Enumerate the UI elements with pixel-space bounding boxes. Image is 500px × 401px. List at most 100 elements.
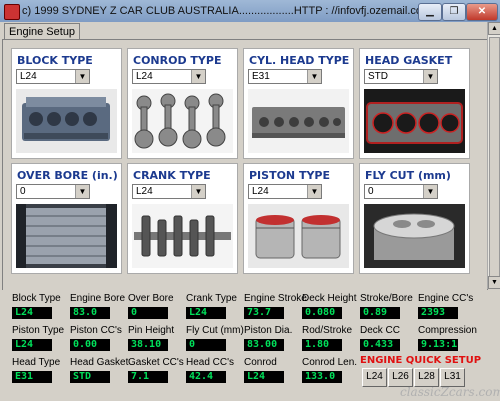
stat-label: Piston Type (12, 325, 65, 336)
card-label: HEAD GASKET (365, 54, 453, 67)
dropdown-value: L24 (20, 71, 37, 82)
scrollbar-thumb[interactable] (489, 37, 500, 287)
maximize-button[interactable]: ❐ (442, 3, 466, 21)
card-conrod-type: CONROD TYPE L24 ▼ (127, 48, 238, 159)
dropdown-value: L24 (252, 186, 269, 197)
stat-value: 0.433 (360, 339, 400, 351)
stat-value: 0.89 (360, 307, 400, 319)
stat-value: 133.0 (302, 371, 342, 383)
stat-label: Block Type (12, 293, 61, 304)
fly-cut-dropdown[interactable]: 0 ▼ (364, 184, 438, 199)
stat-value: E31 (12, 371, 52, 383)
chevron-down-icon[interactable]: ▼ (307, 185, 321, 198)
dropdown-value: 0 (20, 186, 26, 197)
stat-value: L24 (12, 339, 52, 351)
stat-label: Engine Bore (70, 293, 126, 304)
dropdown-value: 0 (368, 186, 374, 197)
stat-value: L24 (186, 307, 226, 319)
stat-label: Piston Dia. (244, 325, 293, 336)
chevron-down-icon[interactable]: ▼ (191, 70, 205, 83)
stat-label: Piston CC's (70, 325, 122, 336)
stat-value: L24 (244, 371, 284, 383)
stat-value: 0.00 (70, 339, 110, 351)
stat-value: 83.00 (244, 339, 284, 351)
cyl-head-type-dropdown[interactable]: E31 ▼ (248, 69, 322, 84)
close-button[interactable]: ✕ (466, 3, 498, 21)
chevron-down-icon[interactable]: ▼ (423, 70, 437, 83)
head-gasket-photo (364, 89, 465, 153)
conrod-type-dropdown[interactable]: L24 ▼ (132, 69, 206, 84)
title-bar: c) 1999 SYDNEY Z CAR CLUB AUSTRALIA.....… (0, 0, 500, 22)
card-head-gasket: HEAD GASKET STD ▼ (359, 48, 470, 159)
card-piston-type: PISTON TYPE L24 ▼ (243, 163, 354, 274)
stat-label: Deck Height (302, 293, 357, 304)
stat-label: Engine CC's (418, 293, 474, 304)
vertical-scrollbar[interactable]: ▲ ▼ (487, 22, 500, 289)
watermark: classicZcars.com (400, 385, 500, 399)
crankshaft-photo (132, 204, 233, 268)
minimize-button[interactable]: ▁ (418, 3, 442, 21)
cylinder-head-photo (248, 89, 349, 153)
stat-label: Head CC's (186, 357, 235, 368)
stat-value: 83.0 (70, 307, 110, 319)
app-icon (4, 4, 20, 20)
chevron-down-icon[interactable]: ▼ (75, 70, 89, 83)
stat-label: Gasket CC's (128, 357, 184, 368)
card-label: BLOCK TYPE (17, 54, 93, 67)
card-crank-type: CRANK TYPE L24 ▼ (127, 163, 238, 274)
stat-value: 9.13:1 (418, 339, 458, 351)
card-fly-cut: FLY CUT (mm) 0 ▼ (359, 163, 470, 274)
head-gasket-dropdown[interactable]: STD ▼ (364, 69, 438, 84)
chevron-down-icon[interactable]: ▼ (307, 70, 321, 83)
scroll-up-icon[interactable]: ▲ (488, 22, 500, 35)
card-over-bore: OVER BORE (in.) 0 ▼ (11, 163, 122, 274)
card-block-type: BLOCK TYPE L24 ▼ (11, 48, 122, 159)
card-label: CYL. HEAD TYPE (249, 54, 350, 67)
stat-label: Deck CC (360, 325, 401, 336)
stat-value: 0 (186, 339, 226, 351)
stat-value: 1.80 (302, 339, 342, 351)
dropdown-value: L24 (136, 71, 153, 82)
stat-value: 7.1 (128, 371, 168, 383)
quick-setup-l24-button[interactable]: L24 (362, 368, 387, 387)
conrod-photo (132, 89, 233, 153)
stat-label: Engine Stroke (244, 293, 307, 304)
card-label: CONROD TYPE (133, 54, 222, 67)
window-title: c) 1999 SYDNEY Z CAR CLUB AUSTRALIA.....… (22, 5, 485, 17)
stat-label: Compression (418, 325, 477, 336)
stat-label: Head Gasket (70, 357, 129, 368)
card-label: OVER BORE (in.) (17, 169, 118, 182)
dropdown-value: STD (368, 71, 388, 82)
dropdown-value: L24 (136, 186, 153, 197)
card-label: FLY CUT (mm) (365, 169, 451, 182)
chevron-down-icon[interactable]: ▼ (191, 185, 205, 198)
stat-label: Head Type (12, 357, 61, 368)
card-label: PISTON TYPE (249, 169, 331, 182)
dropdown-value: E31 (252, 71, 270, 82)
stat-value: 42.4 (186, 371, 226, 383)
stat-label: Conrod (244, 357, 277, 368)
stat-value: 0.080 (302, 307, 342, 319)
scroll-down-icon[interactable]: ▼ (488, 276, 500, 289)
stat-value: 0 (128, 307, 168, 319)
stat-label: Conrod Len. (302, 357, 358, 368)
block-type-dropdown[interactable]: L24 ▼ (16, 69, 90, 84)
stat-value: STD (70, 371, 110, 383)
stat-label: Crank Type (186, 293, 237, 304)
stat-label: Stroke/Bore (360, 293, 413, 304)
fly-cut-piston-photo (364, 204, 465, 268)
tab-engine-setup[interactable]: Engine Setup (4, 23, 81, 40)
engine-setup-panel: BLOCK TYPE L24 ▼ CONROD TYPE L24 ▼ CYL. HE… (2, 39, 488, 291)
cylinder-bore-photo (16, 204, 117, 268)
chevron-down-icon[interactable]: ▼ (423, 185, 437, 198)
chevron-down-icon[interactable]: ▼ (75, 185, 89, 198)
quick-setup-title: ENGINE QUICK SETUP (360, 355, 482, 366)
piston-type-dropdown[interactable]: L24 ▼ (248, 184, 322, 199)
stat-value: 73.7 (244, 307, 284, 319)
stat-label: Pin Height (128, 325, 175, 336)
crank-type-dropdown[interactable]: L24 ▼ (132, 184, 206, 199)
stat-value: 2393 (418, 307, 458, 319)
card-cyl-head-type: CYL. HEAD TYPE E31 ▼ (243, 48, 354, 159)
stat-label: Fly Cut (mm) (186, 325, 244, 336)
over-bore-dropdown[interactable]: 0 ▼ (16, 184, 90, 199)
